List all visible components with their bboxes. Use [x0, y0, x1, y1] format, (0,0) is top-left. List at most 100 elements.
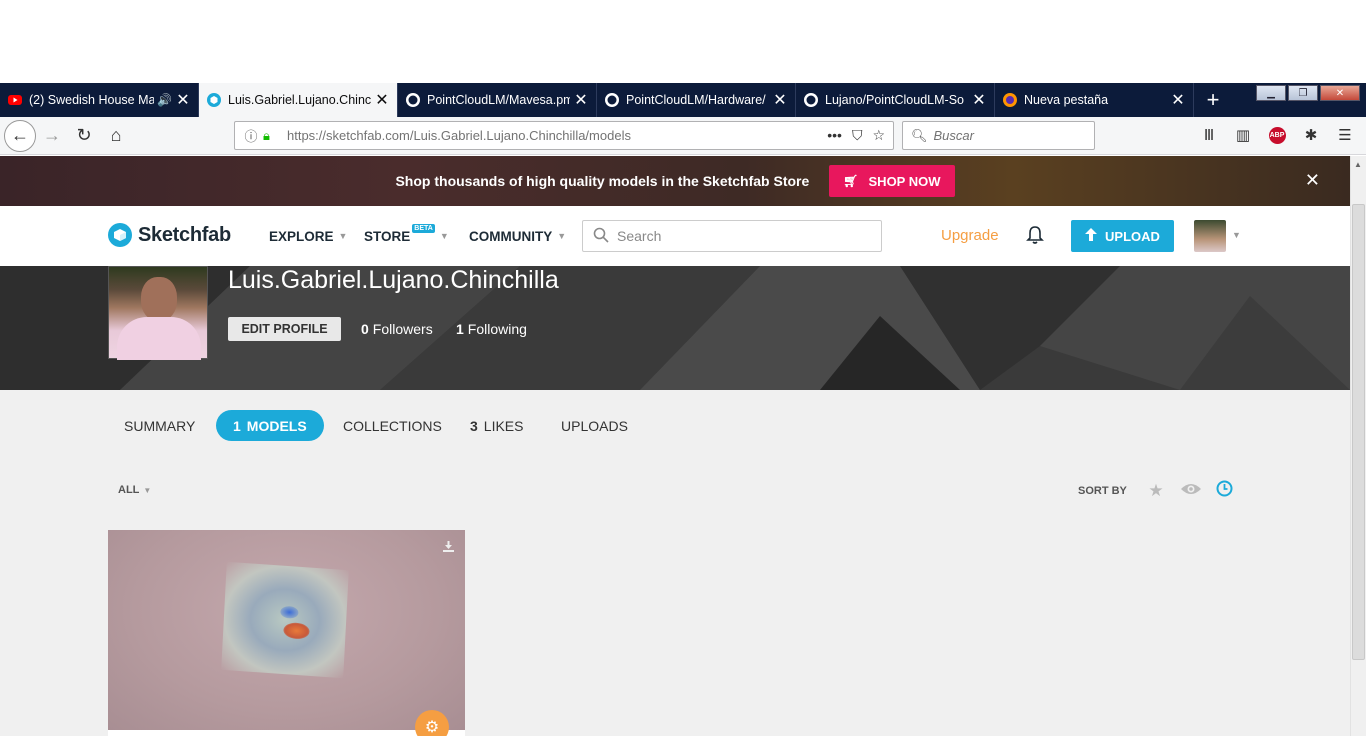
search-icon — [593, 227, 609, 246]
github-icon — [804, 93, 818, 107]
upload-arrow-icon — [1085, 228, 1098, 244]
url-bar[interactable]: ⓘ 🔒︎ https://sketchfab.com/Luis.Gabriel.… — [234, 121, 894, 150]
following-label: Following — [467, 321, 527, 337]
library-icon[interactable]: Ⅲ — [1196, 121, 1222, 149]
browser-tab-new[interactable]: Nueva pestaña ✕ — [995, 83, 1194, 117]
tab-label: PointCloudLM/Mavesa.pm — [427, 93, 570, 107]
model-card[interactable]: ⚙ — [108, 530, 465, 736]
close-window-icon[interactable]: ✕ — [1320, 85, 1360, 101]
chevron-down-icon: ▼ — [143, 486, 152, 495]
page-scrollbar[interactable]: ▲ — [1350, 156, 1366, 736]
new-tab-button[interactable]: + — [1198, 83, 1228, 117]
tab-label: Lujano/PointCloudLM-So — [825, 93, 964, 107]
shop-now-button[interactable]: 🛒︎ SHOP NOW — [829, 165, 955, 197]
browser-tab-sketchfab[interactable]: Luis.Gabriel.Lujano.Chinchilla ✕ — [199, 83, 398, 117]
restore-icon[interactable]: ❐ — [1288, 85, 1318, 101]
download-icon[interactable] — [442, 540, 455, 556]
close-tab-icon[interactable]: ✕ — [574, 90, 588, 110]
close-tab-icon[interactable]: ✕ — [1171, 90, 1185, 110]
nav-explore[interactable]: EXPLORE ▼ — [269, 206, 347, 266]
bell-icon[interactable] — [1026, 225, 1044, 250]
minimize-icon[interactable]: ▁ — [1256, 85, 1286, 101]
search-placeholder: Buscar — [933, 128, 974, 143]
tab-uploads[interactable]: UPLOADS — [561, 410, 628, 441]
close-tab-icon[interactable]: ✕ — [176, 90, 190, 110]
close-tab-icon[interactable]: ✕ — [972, 90, 986, 110]
browser-nav-bar: ← → ↻ ⌂ ⓘ 🔒︎ https://sketchfab.com/Luis.… — [0, 117, 1366, 155]
shop-now-label: SHOP NOW — [868, 173, 941, 189]
tab-label: Nueva pestaña — [1024, 93, 1109, 107]
lock-icon: 🔒︎ — [263, 127, 270, 143]
bookmark-star-icon[interactable]: ☆ — [872, 127, 885, 144]
tab-collections[interactable]: COLLECTIONS — [343, 410, 442, 441]
extension-icon[interactable]: ✱ — [1298, 121, 1324, 149]
window-controls: ▁ ❐ ✕ — [1256, 85, 1360, 101]
following-stat[interactable]: 1 Following — [456, 321, 527, 337]
tab-models-label: MODELS — [246, 417, 307, 434]
close-promo-icon[interactable]: ✕ — [1305, 170, 1320, 191]
chevron-down-icon: ▼ — [338, 231, 348, 241]
star-icon[interactable]: ★ — [1146, 481, 1166, 501]
adblock-button[interactable]: ABP — [1264, 121, 1290, 149]
tab-uploads-label: UPLOADS — [561, 417, 628, 434]
site-header: Sketchfab EXPLORE ▼ STORE BETA ▼ COMMUNITY ▼… — [0, 206, 1350, 266]
upgrade-link[interactable]: Upgrade — [941, 227, 999, 244]
model-highlight-blue — [280, 605, 299, 619]
url-text[interactable]: https://sketchfab.com/Luis.Gabriel.Lujan… — [287, 128, 827, 143]
filter-all-dropdown[interactable]: ALL ▼ — [118, 484, 151, 496]
browser-tab-github-1[interactable]: PointCloudLM/Mavesa.pm ✕ — [398, 83, 597, 117]
gear-icon[interactable]: ⚙ — [415, 710, 449, 736]
github-icon — [605, 93, 619, 107]
info-icon[interactable]: ⓘ — [239, 126, 263, 145]
tab-likes[interactable]: 3 LIKES — [470, 410, 524, 441]
reload-icon[interactable]: ↻ — [68, 120, 100, 152]
youtube-icon — [8, 93, 22, 107]
browser-tab-github-3[interactable]: Lujano/PointCloudLM-So ✕ — [796, 83, 995, 117]
home-icon[interactable]: ⌂ — [100, 120, 132, 152]
search-placeholder: Search — [617, 228, 662, 244]
browser-tab-github-2[interactable]: PointCloudLM/Hardware/ ✕ — [597, 83, 796, 117]
scroll-up-icon[interactable]: ▲ — [1354, 160, 1362, 169]
chevron-down-icon[interactable]: ▼ — [1232, 230, 1241, 240]
sidebar-icon[interactable]: ▥ — [1230, 121, 1256, 149]
nav-store[interactable]: STORE BETA ▼ — [364, 206, 449, 266]
close-tab-icon[interactable]: ✕ — [375, 90, 389, 110]
pocket-icon[interactable]: ⛉ — [852, 127, 863, 144]
browser-tab-youtube[interactable]: (2) Swedish House Mafi 🔊 ✕ — [0, 83, 199, 117]
followers-stat[interactable]: 0 Followers — [361, 321, 433, 337]
more-actions-icon[interactable]: ••• — [827, 127, 842, 144]
browser-search-field[interactable]: 🔍︎ Buscar — [902, 121, 1095, 150]
tab-label: PointCloudLM/Hardware/ — [626, 93, 766, 107]
scrollbar-thumb[interactable] — [1352, 204, 1365, 660]
sort-options: ★ — [1146, 480, 1234, 502]
tab-summary-label: SUMMARY — [124, 417, 196, 434]
card-footer — [108, 730, 465, 736]
tab-label: Luis.Gabriel.Lujano.Chinchilla — [228, 93, 371, 107]
upload-label: UPLOAD — [1105, 228, 1160, 244]
eye-icon[interactable] — [1180, 481, 1201, 501]
nav-explore-label: EXPLORE — [269, 228, 334, 244]
following-count: 1 — [456, 321, 464, 337]
site-search-input[interactable]: Search — [582, 220, 882, 252]
models-count: 1 — [233, 417, 241, 434]
top-blank-area — [0, 0, 1366, 83]
user-avatar[interactable] — [1194, 220, 1226, 252]
upload-button[interactable]: UPLOAD — [1071, 220, 1174, 252]
sketchfab-logo[interactable]: Sketchfab — [108, 223, 231, 247]
tab-likes-label: LIKES — [483, 417, 524, 434]
page-content: Shop thousands of high quality models in… — [0, 156, 1350, 736]
tab-summary[interactable]: SUMMARY — [124, 410, 195, 441]
close-tab-icon[interactable]: ✕ — [773, 90, 787, 110]
nav-community[interactable]: COMMUNITY ▼ — [469, 206, 566, 266]
back-arrow-icon[interactable]: ← — [4, 119, 36, 152]
edit-profile-button[interactable]: EDIT PROFILE — [228, 317, 341, 341]
forward-arrow-icon[interactable]: → — [36, 120, 68, 152]
hamburger-menu-icon[interactable]: ☰ — [1332, 121, 1358, 149]
tab-models[interactable]: 1 MODELS — [216, 410, 324, 441]
sketchfab-icon — [207, 93, 221, 107]
avatar-shirt — [117, 317, 201, 360]
filter-all-label: ALL — [118, 484, 140, 496]
clock-icon[interactable] — [1214, 480, 1234, 502]
speaker-icon[interactable]: 🔊 — [157, 93, 172, 107]
promo-text: Shop thousands of high quality models in… — [395, 173, 810, 189]
